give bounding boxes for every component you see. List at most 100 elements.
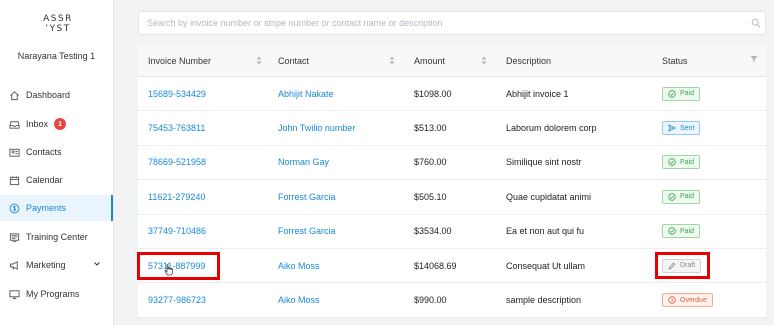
sidebar-item-contacts[interactable]: Contacts [0, 139, 113, 165]
sort-icon[interactable] [256, 56, 262, 65]
sidebar-item-label: Contacts [26, 147, 62, 157]
status-badge: Paid [662, 155, 701, 170]
table-row[interactable]: 75453-763811 John Twilio number $513.00 … [138, 111, 766, 146]
sidebar-item-label: Dashboard [26, 90, 71, 100]
pencil-icon [668, 262, 676, 270]
sidebar-item-label: Training Center [26, 232, 88, 242]
table-row[interactable]: 93277-986723 Aiko Moss $990.00 sample de… [138, 283, 766, 318]
megaphone-icon [8, 259, 20, 271]
inbox-count-badge: 1 [54, 118, 67, 130]
description: Quae cupidatat animi [506, 191, 592, 202]
amount: $760.00 [414, 157, 447, 168]
invoice-number-link[interactable]: 57311-887999 [148, 249, 205, 282]
dollar-circle-icon [8, 202, 20, 214]
description: sample description [506, 295, 582, 306]
sidebar-item-label: Calendar [26, 175, 63, 185]
filter-icon[interactable] [750, 55, 759, 64]
table-row[interactable]: 57311-887999 Aiko Moss $14068.69 Consequ… [138, 249, 766, 284]
table-row[interactable]: 15689-534429 Abhijit Nakate $1098.00 Abh… [138, 77, 766, 112]
status-badge: Paid [662, 224, 701, 239]
search-input[interactable] [147, 18, 737, 28]
table-row[interactable]: 11621-279240 Forrest Garcia $505.10 Quae… [138, 180, 766, 215]
status-cell: Sent [662, 111, 701, 144]
sidebar-item-calendar[interactable]: Calendar [0, 167, 113, 193]
column-header-description: Description [506, 55, 552, 66]
invoice-number-link[interactable]: 78669-521958 [148, 146, 206, 179]
sidebar-item-marketing[interactable]: Marketing [0, 252, 113, 278]
logo: ASSR ʼYST [38, 14, 78, 34]
contact-link[interactable]: Abhijit Nakate [278, 77, 334, 110]
training-icon [8, 231, 20, 243]
invoice-number-link[interactable]: 15689-534429 [148, 77, 206, 110]
description: Similique sint nostr [506, 157, 582, 168]
contact-link[interactable]: Norman Gay [278, 146, 329, 179]
description: Abhijit invoice 1 [506, 88, 569, 99]
home-icon [8, 89, 20, 101]
logo-line-1: ASSR [43, 14, 73, 24]
column-header-invoice-number[interactable]: Invoice Number [148, 44, 211, 77]
amount: $990.00 [414, 295, 447, 306]
sidebar-item-label: My Programs [26, 289, 80, 299]
status-badge: Draft [662, 258, 702, 273]
status-badge: Paid [662, 86, 701, 101]
contact-link[interactable]: Aiko Moss [278, 283, 320, 316]
table-row[interactable]: 78669-521958 Norman Gay $760.00 Similiqu… [138, 146, 766, 181]
status-label: Paid [680, 227, 695, 235]
status-label: Sent [680, 124, 695, 132]
description: Laborum dolorem corp [506, 123, 597, 134]
column-header-status: Status [662, 55, 688, 66]
calendar-icon [8, 174, 20, 186]
contact-link[interactable]: Forrest Garcia [278, 180, 336, 213]
sidebar-item-label: Payments [26, 203, 67, 213]
sidebar-item-my-programs[interactable]: My Programs [0, 281, 113, 307]
inbox-icon [8, 118, 20, 130]
invoice-number-link[interactable]: 75453-763811 [148, 111, 205, 144]
check-circle-icon [668, 227, 676, 235]
description: Consequat Ut ullam [506, 260, 586, 271]
contact-card-icon [8, 146, 20, 158]
search-icon[interactable] [751, 18, 761, 28]
column-header-amount[interactable]: Amount [414, 44, 445, 77]
invoice-number-link[interactable]: 11621-279240 [148, 180, 205, 213]
status-cell: Paid [662, 146, 701, 179]
contact-link[interactable]: Forrest Garcia [278, 215, 336, 248]
amount: $505.10 [414, 191, 447, 202]
table-header: Invoice Number Contact Amount Descriptio… [138, 44, 766, 77]
sort-icon[interactable] [481, 56, 487, 65]
logo-line-2: ʼYST [45, 24, 71, 34]
status-badge: Overdue [662, 293, 713, 308]
status-label: Paid [680, 193, 695, 201]
sidebar-item-payments[interactable]: Payments [0, 195, 113, 221]
status-cell: Paid [662, 180, 701, 213]
invoice-number-link[interactable]: 37749-710486 [148, 215, 206, 248]
status-label: Draft [680, 262, 696, 270]
description: Ea et non aut qui fu [506, 226, 585, 237]
contact-link[interactable]: Aiko Moss [278, 249, 320, 282]
sidebar-item-inbox[interactable]: Inbox 1 [0, 111, 113, 137]
sidebar-item-label: Marketing [26, 260, 66, 270]
amount: $14068.69 [414, 260, 457, 271]
status-cell: Overdue [662, 283, 713, 316]
status-cell: Paid [662, 77, 701, 110]
column-header-contact[interactable]: Contact [278, 44, 309, 77]
pointer-cursor-icon [164, 264, 174, 276]
sidebar: ASSR ʼYST Narayana Testing 1 Dashboard I… [0, 0, 114, 325]
status-cell: Draft [662, 249, 702, 282]
sidebar-item-training-center[interactable]: Training Center [0, 224, 113, 250]
contact-link[interactable]: John Twilio number [278, 111, 355, 144]
monitor-icon [8, 288, 20, 300]
status-label: Paid [680, 158, 695, 166]
account-name[interactable]: Narayana Testing 1 [0, 51, 113, 61]
sidebar-item-label: Inbox [26, 119, 49, 129]
amount: $513.00 [414, 123, 447, 134]
table-row[interactable]: 37749-710486 Forrest Garcia $3534.00 Ea … [138, 215, 766, 249]
sort-icon[interactable] [389, 56, 395, 65]
status-label: Paid [680, 90, 695, 98]
chevron-down-icon[interactable] [93, 260, 101, 268]
invoice-number-link[interactable]: 93277-986723 [148, 283, 206, 316]
amount: $3534.00 [414, 226, 452, 237]
sidebar-item-dashboard[interactable]: Dashboard [0, 82, 113, 108]
clock-icon [668, 296, 676, 304]
check-circle-icon [668, 193, 676, 201]
status-cell: Paid [662, 215, 701, 248]
